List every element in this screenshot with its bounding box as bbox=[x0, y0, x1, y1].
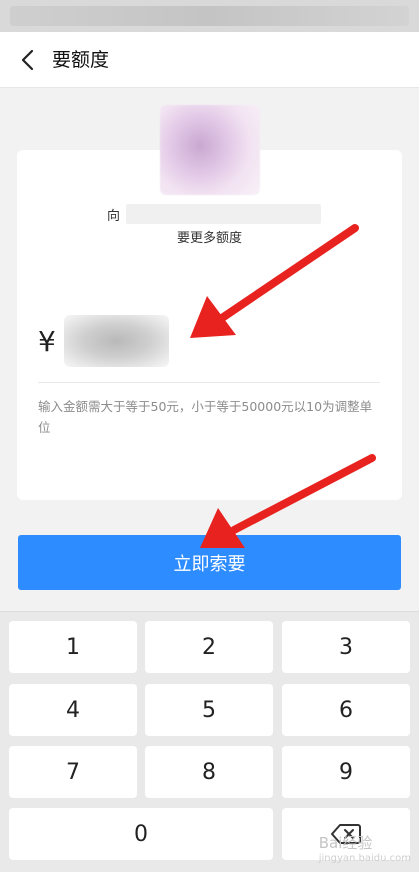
avatar bbox=[160, 105, 260, 195]
key-4[interactable]: 4 bbox=[9, 684, 137, 736]
watermark: Bai经验 jingyan.baidu.com bbox=[319, 832, 411, 864]
app-header: 要额度 bbox=[0, 32, 419, 88]
key-8[interactable]: 8 bbox=[145, 746, 273, 798]
status-bar-blur bbox=[10, 6, 409, 26]
submit-request-button[interactable]: 立即索要 bbox=[18, 535, 401, 590]
key-0[interactable]: 0 bbox=[9, 808, 273, 860]
key-9[interactable]: 9 bbox=[282, 746, 410, 798]
watermark-url: jingyan.baidu.com bbox=[318, 853, 411, 864]
amount-field[interactable]: ¥ bbox=[38, 315, 169, 367]
amount-divider bbox=[38, 382, 380, 383]
page-title: 要额度 bbox=[52, 49, 110, 71]
currency-symbol: ¥ bbox=[38, 324, 56, 358]
recipient-prefix: 向 bbox=[107, 208, 121, 224]
key-7[interactable]: 7 bbox=[9, 746, 137, 798]
status-bar bbox=[0, 0, 419, 32]
key-5[interactable]: 5 bbox=[145, 684, 273, 736]
key-3[interactable]: 3 bbox=[282, 621, 410, 673]
key-1[interactable]: 1 bbox=[9, 621, 137, 673]
watermark-text: Bai经验 bbox=[318, 834, 373, 852]
recipient-line: 向 bbox=[107, 203, 322, 225]
key-2[interactable]: 2 bbox=[145, 621, 273, 673]
request-subtitle-text: 要更多额度 bbox=[176, 231, 242, 246]
amount-value-blur bbox=[64, 315, 169, 367]
key-6[interactable]: 6 bbox=[282, 684, 410, 736]
chevron-left-icon bbox=[21, 49, 34, 71]
request-subtitle: 要更多额度 bbox=[0, 227, 419, 246]
back-button[interactable] bbox=[12, 44, 42, 76]
amount-hint: 输入金额需大于等于50元，小于等于50000元以10为调整单位 bbox=[38, 399, 373, 435]
recipient-name-blur bbox=[126, 204, 322, 224]
